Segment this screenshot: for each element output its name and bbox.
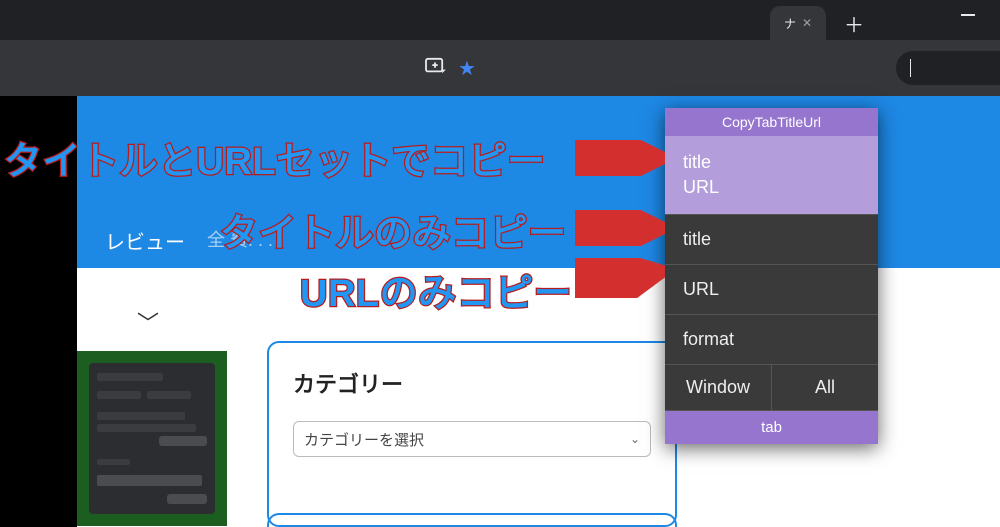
next-card-top [267, 513, 677, 527]
close-icon[interactable]: ✕ [802, 16, 812, 30]
annotation-text-3: URLのみコピー [300, 262, 572, 317]
nav-link-review[interactable]: レビュー [105, 226, 185, 255]
select-placeholder: カテゴリーを選択 [304, 429, 424, 450]
annotation-text-1: タイトルとURLセットでコピー [4, 130, 546, 185]
browser-tab[interactable]: ナ ✕ [770, 6, 826, 40]
popup-scope-window[interactable]: Window [665, 365, 772, 411]
install-pwa-icon[interactable] [424, 57, 446, 80]
browser-tab-strip: ナ ✕ ＋ [0, 0, 1000, 40]
chevron-down-icon: ⌄ [630, 432, 640, 446]
popup-footer[interactable]: tab [665, 411, 878, 444]
popup-item-title[interactable]: title [665, 215, 878, 265]
chevron-down-icon[interactable]: ﹀ [137, 306, 159, 338]
extension-popup: CopyTabTitleUrl title URL title URL form… [665, 108, 878, 444]
popup-item-format[interactable]: format [665, 315, 878, 365]
annotation-text-2: タイトルのみコピー [220, 202, 567, 257]
category-select[interactable]: カテゴリーを選択 ⌄ [293, 421, 651, 457]
tab-title: ナ [784, 15, 796, 32]
annotation-arrow-3 [575, 258, 665, 298]
annotation-arrow-1 [575, 140, 665, 176]
popup-scope-all[interactable]: All [772, 365, 878, 411]
popup-item-url[interactable]: URL [665, 265, 878, 315]
popup-item-line: URL [683, 175, 860, 200]
new-tab-button[interactable]: ＋ [844, 9, 864, 38]
browser-toolbar: ★ [0, 40, 1000, 96]
address-bar[interactable] [896, 51, 1000, 85]
popup-item-line: title [683, 150, 860, 175]
popup-item-title-and-url[interactable]: title URL [665, 136, 878, 215]
annotation-arrow-2 [575, 210, 665, 246]
category-card: カテゴリー カテゴリーを選択 ⌄ [267, 341, 677, 527]
sidebar-thumbnail[interactable] [77, 351, 227, 526]
card-title: カテゴリー [293, 367, 651, 399]
popup-header: CopyTabTitleUrl [665, 108, 878, 136]
bookmark-star-icon[interactable]: ★ [458, 56, 476, 81]
window-minimize-button[interactable] [961, 14, 975, 16]
